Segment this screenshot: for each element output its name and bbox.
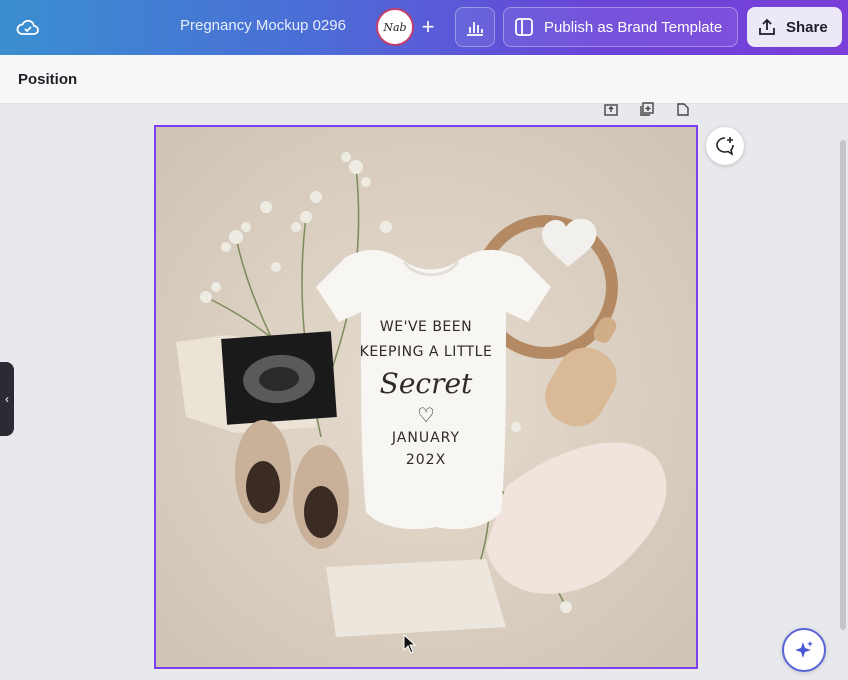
add-page-icon[interactable] [675, 102, 691, 116]
cloud-sync-icon[interactable] [14, 14, 42, 40]
collapse-panel-handle[interactable]: ‹ [0, 362, 14, 436]
position-button[interactable]: Position [18, 71, 77, 88]
page-tools [603, 102, 691, 116]
lock-page-icon[interactable] [603, 102, 619, 116]
avatar[interactable]: Nab [376, 8, 414, 46]
share-button[interactable]: Share [747, 7, 842, 47]
share-label: Share [786, 18, 828, 36]
duplicate-page-icon[interactable] [639, 102, 655, 116]
announcement-month: JANUARY [391, 430, 461, 446]
announcement-line-1: WE'VE BEEN [379, 319, 473, 335]
magic-sparkle-icon [795, 641, 813, 658]
top-bar: Pregnancy Mockup 0296 Nab + Publish as B… [0, 0, 848, 55]
document-title[interactable]: Pregnancy Mockup 0296 [180, 17, 346, 34]
add-comment-icon [716, 137, 734, 156]
insights-button[interactable] [455, 7, 495, 47]
add-collaborator-button[interactable]: + [414, 12, 442, 42]
brand-template-icon [515, 18, 533, 36]
design-canvas[interactable]: WE'VE BEEN KEEPING A LITTLE Secret ♡ JAN… [154, 125, 698, 669]
context-toolbar: Position [0, 55, 848, 104]
insights-icon [467, 22, 483, 36]
publish-brand-template-button[interactable]: Publish as Brand Template [503, 7, 738, 47]
vertical-scrollbar[interactable] [840, 140, 846, 630]
heart-icon: ♡ [417, 403, 435, 427]
mouse-cursor-icon [403, 633, 417, 659]
announcement-line-2: KEEPING A LITTLE [359, 344, 493, 360]
add-comment-button[interactable] [706, 127, 744, 165]
avatar-initials: Nab [383, 20, 407, 34]
announcement-year: 202X [405, 452, 447, 468]
magic-assistant-button[interactable] [782, 628, 826, 672]
onesie-announcement-text: WE'VE BEEN KEEPING A LITTLE Secret ♡ JAN… [346, 315, 506, 471]
publish-label: Publish as Brand Template [544, 18, 723, 36]
share-upload-icon [759, 18, 775, 35]
announcement-script-word: Secret [379, 367, 473, 400]
